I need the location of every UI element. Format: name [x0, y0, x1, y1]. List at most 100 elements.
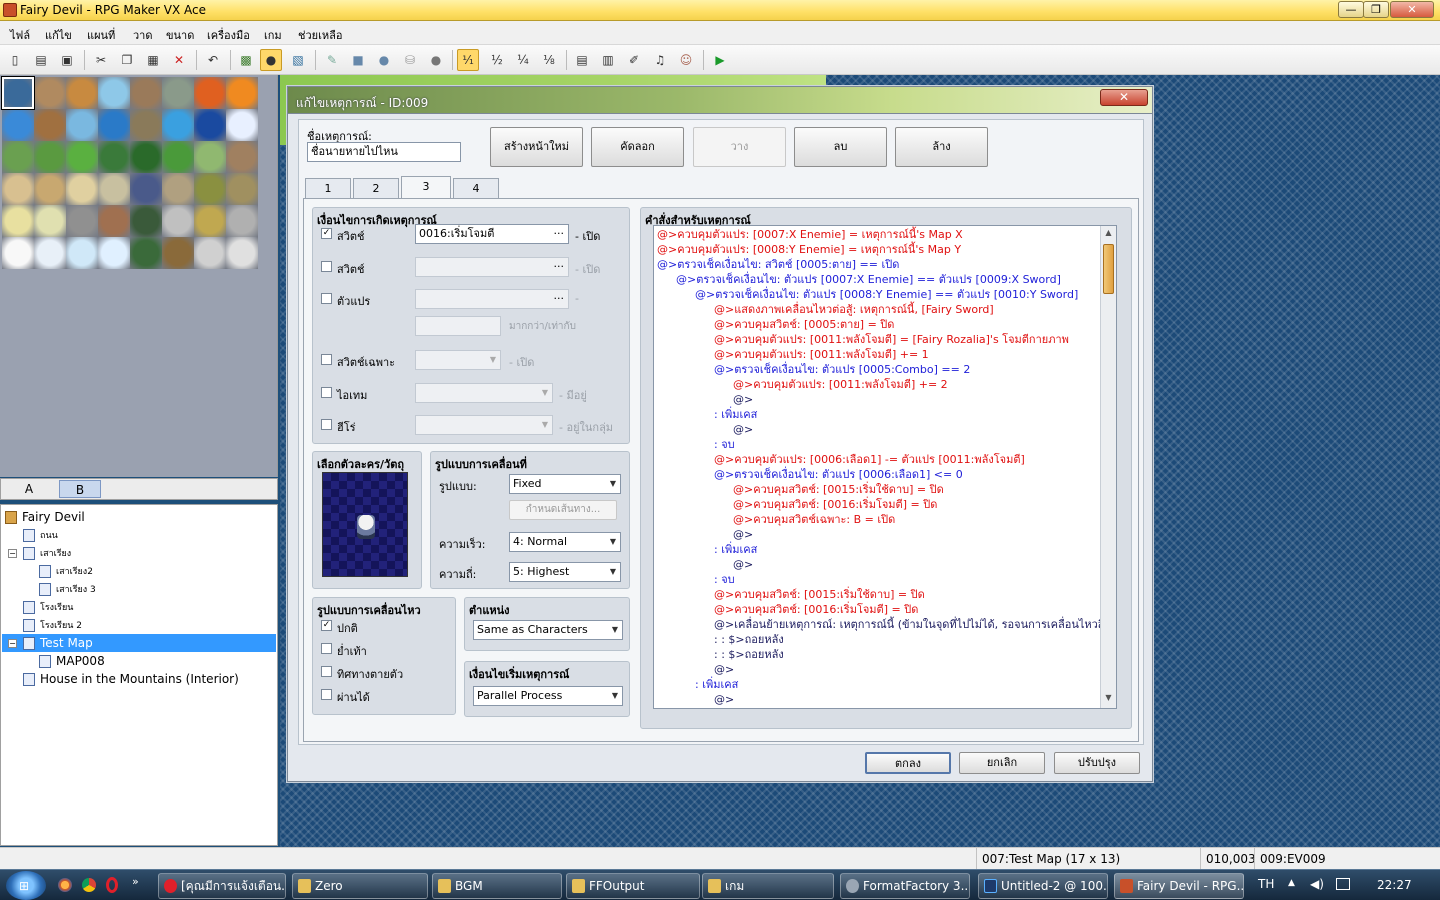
scroll-down-icon[interactable]: ▼ — [1103, 693, 1114, 704]
collapse-icon[interactable]: − — [8, 639, 17, 648]
command-row[interactable]: @>แสดงภาพเคลื่อนไหวต่อสู้: เหตุการณ์นี้,… — [714, 302, 994, 317]
menu-game[interactable]: เกม — [264, 26, 282, 44]
tab-page-1[interactable]: 1 — [305, 178, 351, 198]
new-project-icon[interactable]: ▯ — [6, 51, 24, 69]
more-quicklaunch-icon[interactable]: » — [132, 875, 139, 888]
playtest-icon[interactable]: ▶ — [711, 51, 729, 69]
taskbar-item[interactable]: Untitled-2 @ 100... — [978, 873, 1108, 899]
zoom-1-4-icon[interactable]: ¼ — [514, 51, 532, 69]
taskbar-item-active[interactable]: Fairy Devil - RPG... — [1114, 873, 1244, 899]
variable-value-spinner[interactable] — [415, 316, 501, 336]
command-list-scrollbar[interactable]: ▲ ▼ — [1100, 226, 1116, 708]
tile-swatch[interactable] — [2, 173, 34, 205]
item-checkbox[interactable] — [321, 387, 332, 398]
tile-swatch[interactable] — [98, 141, 130, 173]
command-row[interactable]: : : $>ถอยหลัง — [714, 632, 784, 647]
collapse-icon[interactable]: − — [8, 549, 17, 558]
tile-swatch[interactable] — [98, 109, 130, 141]
tile-swatch[interactable] — [226, 205, 258, 237]
actor-checkbox[interactable] — [321, 419, 332, 430]
tile-swatch[interactable] — [98, 205, 130, 237]
move-speed-select[interactable]: 4: Normal — [509, 532, 621, 552]
zoom-1-8-icon[interactable]: ⅛ — [540, 51, 558, 69]
shadow-pen-icon[interactable]: ● — [427, 51, 445, 69]
region-layer-icon[interactable]: ▧ — [289, 51, 307, 69]
script-editor-icon[interactable]: ✐ — [625, 51, 643, 69]
tile-swatch[interactable] — [130, 237, 162, 269]
tile-swatch[interactable] — [66, 109, 98, 141]
command-row[interactable]: @> — [714, 662, 734, 677]
tile-swatch[interactable] — [226, 109, 258, 141]
command-row[interactable]: @>ควบคุมสวิตช์: [0005:ตาย] = ปิด — [714, 317, 894, 332]
tile-swatch[interactable] — [66, 173, 98, 205]
tile-swatch[interactable] — [130, 173, 162, 205]
taskbar-item[interactable]: เกม — [702, 873, 834, 899]
tile-swatch[interactable] — [194, 237, 226, 269]
tile-swatch[interactable] — [34, 141, 66, 173]
taskbar-item[interactable]: [คุณมีการแจ้งเตือน... — [158, 873, 286, 899]
open-project-icon[interactable]: ▤ — [32, 51, 50, 69]
direction-fix-checkbox[interactable] — [321, 666, 332, 677]
cancel-button[interactable]: ยกเลิก — [959, 752, 1045, 774]
tile-swatch[interactable] — [226, 77, 258, 109]
tree-map-item[interactable]: House in the Mountains (Interior) — [23, 671, 239, 687]
opera-icon[interactable] — [106, 877, 118, 893]
cut-icon[interactable]: ✂ — [92, 51, 110, 69]
command-row[interactable]: : จบ — [714, 437, 735, 452]
menu-tools[interactable]: เครื่องมือ — [207, 26, 250, 44]
tile-swatch[interactable] — [130, 141, 162, 173]
tile-swatch[interactable] — [34, 77, 66, 109]
clock[interactable]: 22:27 — [1377, 878, 1412, 892]
walking-anim-checkbox[interactable]: ✓ — [321, 620, 332, 631]
command-row[interactable]: @>ตรวจเช็คเงื่อนไข: ตัวแปร [0008:Y Enemi… — [695, 287, 1078, 302]
database-icon[interactable]: ▤ — [573, 51, 591, 69]
tile-swatch[interactable] — [66, 141, 98, 173]
rectangle-icon[interactable]: ■ — [349, 51, 367, 69]
clear-page-button[interactable]: ล้าง — [895, 127, 988, 167]
command-row[interactable]: @>ควบคุมตัวแปร: [0011:พลังโจมตี] += 2 — [733, 377, 948, 392]
tile-swatch[interactable] — [194, 141, 226, 173]
command-row[interactable]: : : $>ถอยหลัง — [714, 647, 784, 662]
self-switch-select[interactable] — [415, 350, 501, 370]
undo-icon[interactable]: ↶ — [204, 51, 222, 69]
tree-map-item[interactable]: เสาเรียง 3 — [39, 581, 96, 597]
command-row[interactable]: @>เคลื่อนย้ายเหตุการณ์: เหตุการณ์นี้ (ข้… — [714, 617, 1112, 632]
event-layer-icon[interactable]: ● — [260, 49, 282, 71]
taskbar-item[interactable]: FFOutput — [566, 873, 700, 899]
tile-swatch[interactable] — [162, 237, 194, 269]
command-row[interactable]: @>ควบคุมตัวแปร: [0008:Y Enemie] = เหตุกา… — [657, 242, 961, 257]
move-route-button[interactable]: กำหนดเส้นทาง... — [509, 500, 617, 520]
show-hidden-icons[interactable]: ▲ — [1288, 878, 1295, 888]
command-row[interactable]: @>ควบคุมสวิตช์: [0015:เริ่มใช้ดาบ] = ปิด — [733, 482, 944, 497]
flood-fill-icon[interactable]: ⛁ — [401, 51, 419, 69]
tile-swatch[interactable] — [194, 109, 226, 141]
command-row[interactable]: @>ควบคุมตัวแปร: [0011:พลังโจมตี] = [Fair… — [714, 332, 1069, 347]
command-row[interactable]: @>ควบคุมสวิตช์: [0016:เริ่มโจมตี] = ปิด — [733, 497, 937, 512]
tile-swatch[interactable] — [34, 205, 66, 237]
tile-swatch[interactable] — [226, 237, 258, 269]
network-icon[interactable] — [1336, 878, 1350, 890]
tile-swatch[interactable] — [226, 173, 258, 205]
tile-swatch[interactable] — [2, 141, 34, 173]
command-list[interactable]: @>ควบคุมตัวแปร: [0007:X Enemie] = เหตุกา… — [653, 225, 1117, 709]
taskbar-item[interactable]: FormatFactory 3.... — [840, 873, 970, 899]
tile-swatch[interactable] — [130, 77, 162, 109]
tile-swatch[interactable] — [194, 205, 226, 237]
item-select[interactable] — [415, 383, 553, 403]
switch2-checkbox[interactable] — [321, 261, 332, 272]
tab-page-3[interactable]: 3 — [401, 176, 451, 198]
command-row[interactable]: @> — [733, 392, 753, 407]
switch1-checkbox[interactable]: ✓ — [321, 228, 332, 239]
ok-button[interactable]: ตกลง — [865, 752, 951, 774]
tileset-tab-b[interactable]: B — [59, 480, 101, 498]
switch1-select[interactable]: 0016:เริ่มโจมตี — [415, 224, 569, 244]
tile-swatch[interactable] — [98, 237, 130, 269]
tile-swatch[interactable] — [162, 141, 194, 173]
menu-help[interactable]: ช่วยเหลือ — [298, 26, 342, 44]
delete-icon[interactable]: ✕ — [170, 51, 188, 69]
paste-icon[interactable]: ▦ — [144, 51, 162, 69]
tileset-palette[interactable] — [0, 75, 278, 477]
tile-swatch[interactable] — [2, 205, 34, 237]
scroll-thumb[interactable] — [1103, 244, 1114, 294]
command-row[interactable]: : เพิ่มเคส — [695, 677, 738, 692]
